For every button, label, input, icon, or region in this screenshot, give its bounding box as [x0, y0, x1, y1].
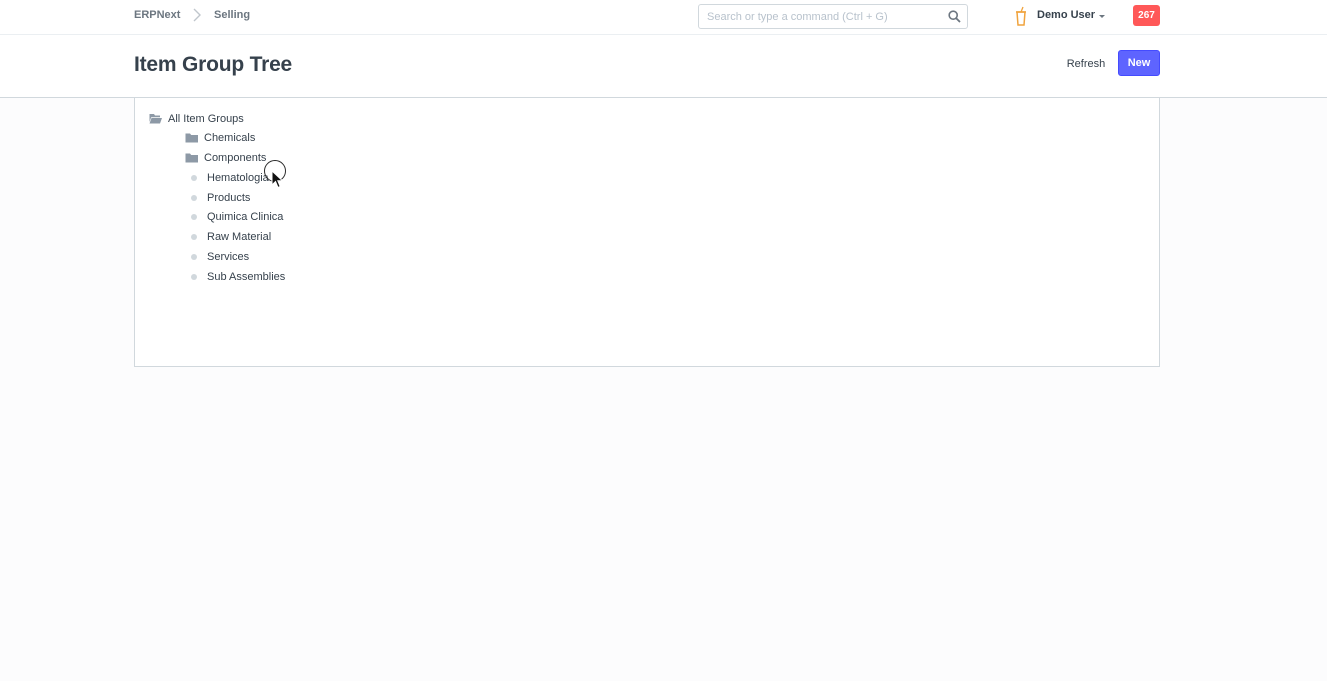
tree-node-hematologia[interactable]: Hematologia [187, 169, 269, 187]
tree-node-products[interactable]: Products [187, 189, 250, 207]
leaf-dot-icon [191, 175, 197, 181]
leaf-dot-icon [191, 195, 197, 201]
new-button[interactable]: New [1118, 50, 1160, 76]
folder-open-icon [149, 114, 162, 124]
user-menu[interactable]: Demo User [1037, 9, 1095, 21]
tree-node-raw-material[interactable]: Raw Material [187, 228, 271, 246]
folder-icon [185, 153, 198, 163]
tree-node-label: Hematologia [207, 172, 269, 184]
tree-node-label: Sub Assemblies [207, 271, 286, 283]
tree-node-label: Components [204, 152, 267, 164]
tree-node-services[interactable]: Services [187, 248, 249, 266]
leaf-dot-icon [191, 274, 197, 280]
cursor-arrow-icon [271, 170, 284, 189]
leaf-dot-icon [191, 214, 197, 220]
tree-node-label: Services [207, 251, 250, 263]
page-head: Item Group Tree Refresh New [0, 35, 1327, 98]
tree-node-label: Chemicals [204, 132, 256, 144]
tree-node-label: Products [207, 192, 251, 204]
tree-node-label: Quimica Clinica [207, 211, 284, 223]
tree-node-root[interactable]: All Item Groups [149, 110, 244, 128]
search-bar[interactable] [698, 4, 968, 29]
navbar: ERPNext Selling Demo User 267 [0, 0, 1327, 35]
folder-icon [185, 133, 198, 143]
tree-node-chemicals[interactable]: Chemicals [185, 129, 255, 147]
refresh-button[interactable]: Refresh [1058, 51, 1114, 76]
tree-node-label: Raw Material [207, 231, 272, 243]
search-icon[interactable] [948, 10, 961, 23]
tree-node-label: All Item Groups [168, 113, 244, 125]
notification-badge[interactable]: 267 [1133, 5, 1160, 26]
brand-link[interactable]: ERPNext [134, 9, 180, 21]
cup-icon[interactable] [1014, 6, 1028, 26]
caret-down-icon[interactable] [1099, 15, 1105, 18]
breadcrumb-selling[interactable]: Selling [214, 9, 250, 21]
tree-node-quimica-clinica[interactable]: Quimica Clinica [187, 208, 283, 226]
tree-node-sub-assemblies[interactable]: Sub Assemblies [187, 268, 285, 286]
page-title: Item Group Tree [134, 53, 293, 76]
leaf-dot-icon [191, 254, 197, 260]
search-input[interactable] [707, 8, 942, 25]
tree-panel: All Item Groups Chemicals Components Hem… [134, 98, 1160, 367]
leaf-dot-icon [191, 234, 197, 240]
chevron-right-icon [193, 8, 201, 22]
tree-node-components[interactable]: Components [185, 149, 266, 167]
